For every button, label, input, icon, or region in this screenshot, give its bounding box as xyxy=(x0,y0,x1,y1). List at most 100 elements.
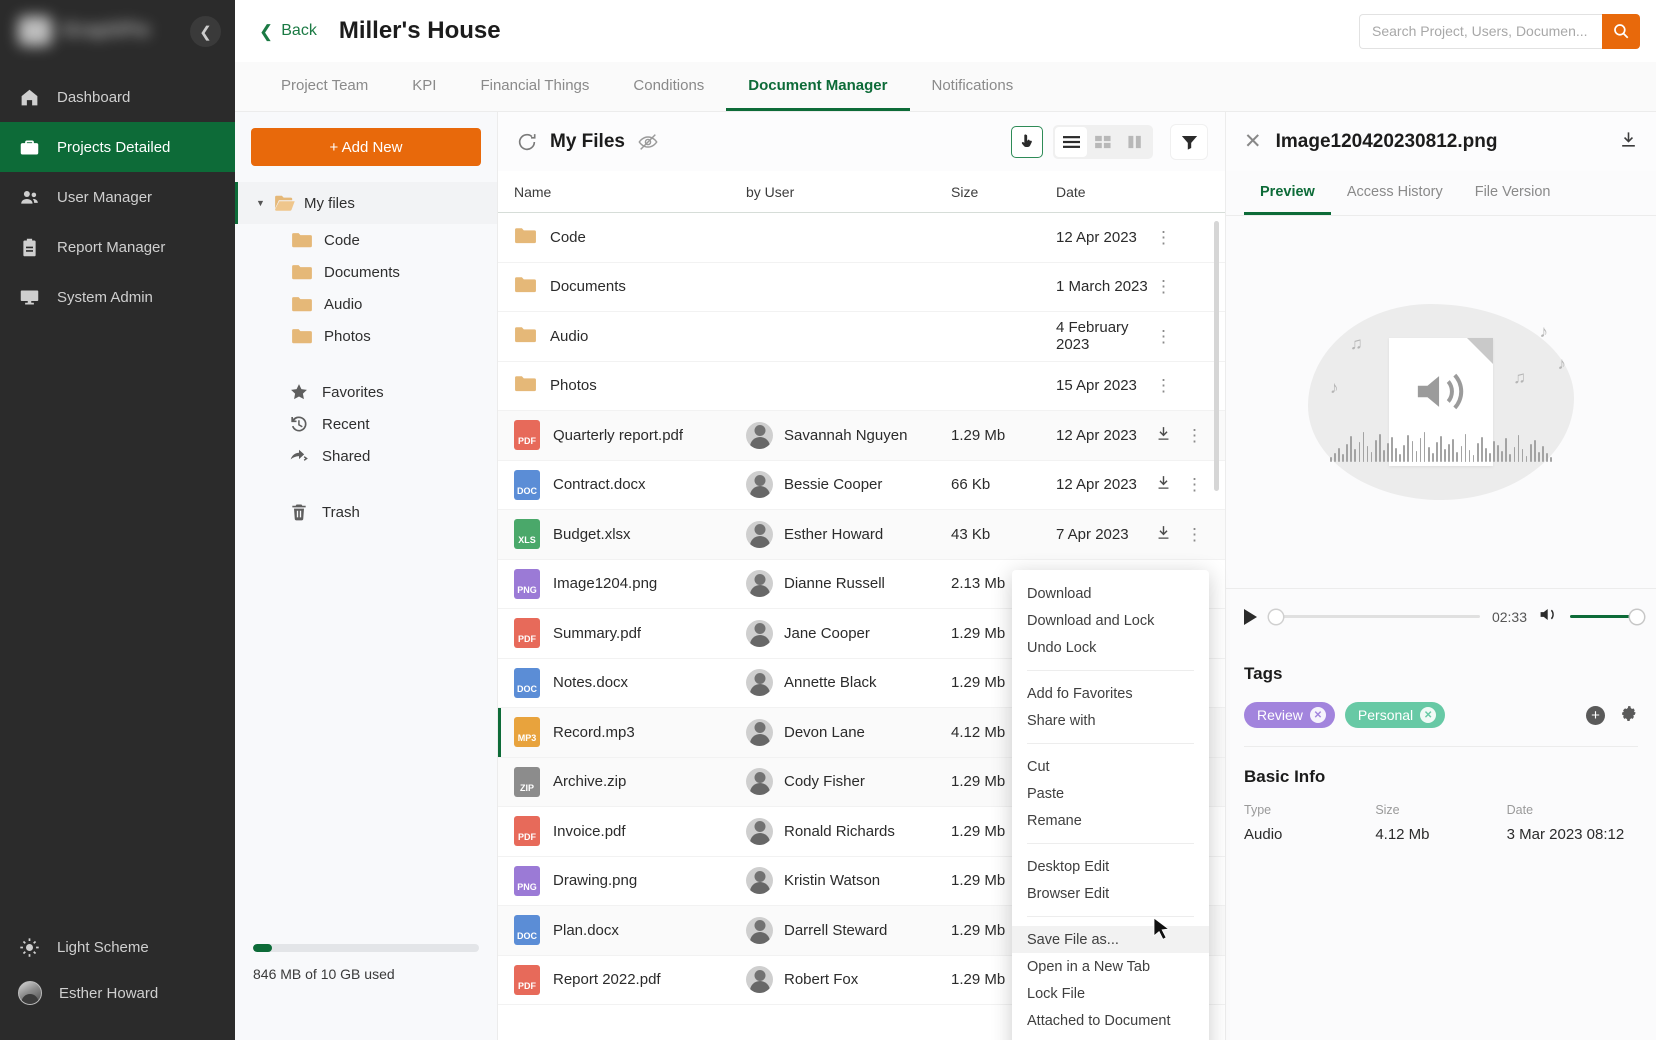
tag-remove-icon[interactable]: ✕ xyxy=(1310,707,1326,723)
sidebar-user[interactable]: Esther Howard xyxy=(0,970,235,1016)
column-header-size[interactable]: Size xyxy=(951,184,1056,200)
menu-item-save-file-as[interactable]: Save File as... xyxy=(1012,926,1209,953)
sidebar-item-dashboard[interactable]: Dashboard xyxy=(0,72,235,122)
tree-link-favorites[interactable]: Favorites xyxy=(235,376,497,408)
menu-item-add-fo-favorites[interactable]: Add fo Favorites xyxy=(1012,680,1209,707)
volume-icon[interactable] xyxy=(1539,606,1558,628)
download-icon[interactable] xyxy=(1155,524,1172,545)
tree-folder-code[interactable]: Code xyxy=(235,224,497,256)
folder-open-icon xyxy=(274,194,296,212)
sidebar-item-system-admin[interactable]: System Admin xyxy=(0,272,235,322)
search-button[interactable] xyxy=(1602,14,1640,49)
grid-view-icon[interactable] xyxy=(1087,127,1119,157)
tree-root-my-files[interactable]: ▼ My files xyxy=(235,182,497,224)
table-row[interactable]: DOCContract.docxBessie Cooper66 Kb12 Apr… xyxy=(498,461,1225,511)
tab-document-manager[interactable]: Document Manager xyxy=(726,62,909,111)
menu-item-cut[interactable]: Cut xyxy=(1012,753,1209,780)
music-note-icon: ♪ xyxy=(1540,322,1549,342)
project-tabs: Project Team KPI Financial Things Condit… xyxy=(235,62,1656,112)
row-menu-icon[interactable]: ⋮ xyxy=(1155,377,1173,394)
tree-link-trash[interactable]: Trash xyxy=(235,496,497,528)
menu-item-paste[interactable]: Paste xyxy=(1012,780,1209,807)
preview-header: ✕ Image120420230812.png xyxy=(1226,112,1656,171)
eye-off-icon[interactable] xyxy=(637,131,659,153)
menu-item-share-with[interactable]: Share with xyxy=(1012,707,1209,734)
tree-link-recent[interactable]: Recent xyxy=(235,408,497,440)
scrollbar-thumb[interactable] xyxy=(1214,221,1219,491)
folder-icon xyxy=(291,327,313,345)
tree-link-shared[interactable]: Shared xyxy=(235,440,497,472)
hand-pointer-icon[interactable] xyxy=(1011,126,1043,158)
table-row[interactable]: Code12 Apr 2023⋮ xyxy=(498,213,1225,263)
tree-folder-photos[interactable]: Photos xyxy=(235,320,497,352)
menu-item-attached-to-document[interactable]: Attached to Document xyxy=(1012,1007,1209,1034)
tag-personal[interactable]: Personal ✕ xyxy=(1345,702,1445,728)
list-view-icon[interactable] xyxy=(1055,127,1087,157)
table-row[interactable]: PDFQuarterly report.pdfSavannah Nguyen1.… xyxy=(498,411,1225,461)
tab-kpi[interactable]: KPI xyxy=(390,62,458,111)
context-menu[interactable]: DownloadDownload and LockUndo Lock Add fo… xyxy=(1012,570,1209,1040)
menu-item-download-and-lock[interactable]: Download and Lock xyxy=(1012,607,1209,634)
menu-item-desktop-edit[interactable]: Desktop Edit xyxy=(1012,853,1209,880)
download-icon[interactable] xyxy=(1155,425,1172,446)
progress-slider[interactable] xyxy=(1269,615,1480,618)
tab-notifications[interactable]: Notifications xyxy=(910,62,1036,111)
back-button[interactable]: ❮ Back xyxy=(259,22,317,40)
menu-item-remane[interactable]: Remane xyxy=(1012,807,1209,834)
menu-item-undo-lock[interactable]: Undo Lock xyxy=(1012,634,1209,661)
column-view-icon[interactable] xyxy=(1119,127,1151,157)
row-name: Audio xyxy=(550,328,588,345)
tree-folder-audio[interactable]: Audio xyxy=(235,288,497,320)
file-list-toolbar: My Files xyxy=(498,112,1225,171)
table-row[interactable]: Photos15 Apr 2023⋮ xyxy=(498,362,1225,412)
row-menu-icon[interactable]: ⋮ xyxy=(1155,229,1173,246)
tab-access-history[interactable]: Access History xyxy=(1331,171,1459,215)
menu-item-browser-edit[interactable]: Browser Edit xyxy=(1012,880,1209,907)
menu-item-download[interactable]: Download xyxy=(1012,580,1209,607)
tag-review[interactable]: Review ✕ xyxy=(1244,702,1335,728)
tree-folder-documents[interactable]: Documents xyxy=(235,256,497,288)
menu-item-open-in-a-new-tab[interactable]: Open in a New Tab xyxy=(1012,953,1209,980)
row-menu-icon[interactable]: ⋮ xyxy=(1186,427,1204,444)
download-icon[interactable] xyxy=(1155,474,1172,495)
tab-project-team[interactable]: Project Team xyxy=(259,62,390,111)
row-menu-icon[interactable]: ⋮ xyxy=(1155,278,1173,295)
progress-knob[interactable] xyxy=(1269,610,1283,624)
row-menu-icon[interactable]: ⋮ xyxy=(1186,526,1204,543)
add-new-button[interactable]: + Add New xyxy=(251,128,481,166)
column-header-date[interactable]: Date xyxy=(1056,184,1155,200)
row-name: Report 2022.pdf xyxy=(553,971,661,988)
scrollbar[interactable] xyxy=(1214,221,1219,1032)
row-user-cell: Jane Cooper xyxy=(746,620,951,647)
download-icon[interactable] xyxy=(1619,130,1638,154)
tab-preview[interactable]: Preview xyxy=(1244,171,1331,215)
theme-toggle[interactable]: Light Scheme xyxy=(0,924,235,970)
tab-file-version[interactable]: File Version xyxy=(1459,171,1567,215)
column-header-name[interactable]: Name xyxy=(498,184,746,200)
menu-item-lock-file[interactable]: Lock File xyxy=(1012,980,1209,1007)
row-menu-icon[interactable]: ⋮ xyxy=(1155,328,1173,345)
chevron-left-icon[interactable]: ❮ xyxy=(190,16,221,47)
tab-conditions[interactable]: Conditions xyxy=(611,62,726,111)
row-user: Cody Fisher xyxy=(784,773,865,790)
filter-icon[interactable] xyxy=(1171,125,1207,159)
row-menu-icon[interactable]: ⋮ xyxy=(1186,476,1204,493)
play-icon[interactable] xyxy=(1244,609,1257,625)
sidebar-item-report-manager[interactable]: Report Manager xyxy=(0,222,235,272)
volume-slider[interactable] xyxy=(1570,615,1638,618)
sidebar-item-projects-detailed[interactable]: Projects Detailed xyxy=(0,122,235,172)
plus-circle-icon[interactable]: + xyxy=(1586,706,1605,725)
column-header-user[interactable]: by User xyxy=(746,184,951,200)
sidebar-item-user-manager[interactable]: User Manager xyxy=(0,172,235,222)
folder-icon xyxy=(514,275,537,298)
table-row[interactable]: Audio4 February 2023⋮ xyxy=(498,312,1225,362)
table-row[interactable]: Documents1 March 2023⋮ xyxy=(498,263,1225,313)
gear-icon[interactable] xyxy=(1619,703,1638,727)
refresh-icon[interactable] xyxy=(516,131,538,153)
volume-knob[interactable] xyxy=(1630,610,1644,624)
tag-remove-icon[interactable]: ✕ xyxy=(1420,707,1436,723)
tab-financial-things[interactable]: Financial Things xyxy=(458,62,611,111)
search-input[interactable] xyxy=(1359,14,1602,49)
close-icon[interactable]: ✕ xyxy=(1244,131,1262,152)
table-row[interactable]: XLSBudget.xlsxEsther Howard43 Kb7 Apr 20… xyxy=(498,510,1225,560)
